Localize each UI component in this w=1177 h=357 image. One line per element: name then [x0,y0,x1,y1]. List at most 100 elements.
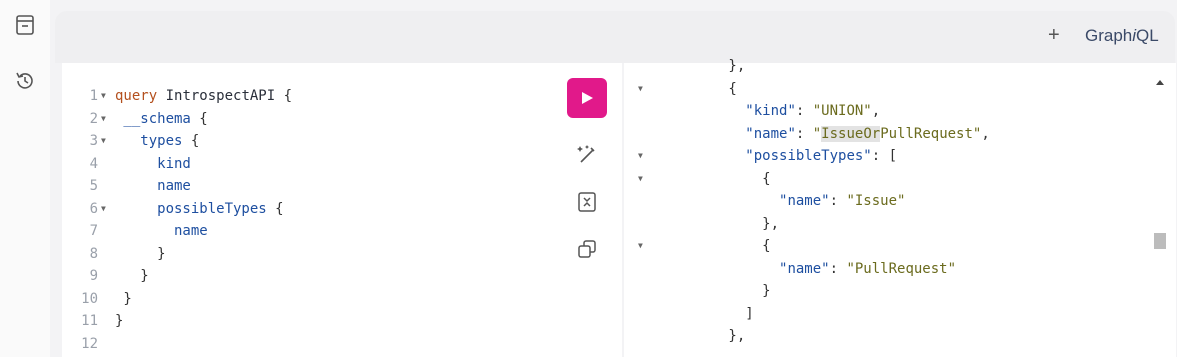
code-token: __schema [115,110,200,127]
line-number: 9 [89,268,98,284]
result-text: "name": "IssueOrPullRequest", [661,123,990,145]
code-token: possibleTypes [115,200,276,217]
result-text: "name": "PullRequest" [661,258,956,280]
code-token: } [115,313,124,329]
copy-query-button[interactable] [572,234,602,264]
fold-arrow-icon[interactable]: ▼ [638,168,643,190]
prettify-button[interactable] [572,139,602,169]
result-text: { [661,168,771,190]
result-line: }, [624,213,1144,235]
json-token: "kind" [745,103,796,119]
line-number: 11 [81,313,98,329]
docs-icon[interactable] [12,12,38,38]
results-viewer[interactable]: }, ▼ { "kind": "UNION", "name": "IssueOrP… [624,58,1176,357]
json-token: "name" [779,193,830,209]
line-number: 4 [89,155,98,172]
line-number: 8 [89,245,98,262]
code-token: kind [115,155,191,172]
result-line: "name": "IssueOrPullRequest", [624,123,1144,145]
result-text: }, [661,325,745,347]
line-number: 1 [89,88,98,104]
code-token: } [115,268,149,284]
line-number: 3 [89,133,98,149]
result-line: ▼ { [624,235,1144,257]
result-line: } [624,280,1144,302]
json-token: "Issue" [846,193,906,209]
query-editor[interactable]: 1 ▼ query IntrospectAPI {2 ▼ __schema {3 ▼ t… [62,63,622,357]
json-token: : [829,193,847,209]
line-number: 10 [81,290,98,307]
sidebar [0,0,50,357]
code-text: possibleTypes { [115,198,284,220]
results-scrollbar[interactable] [1153,75,1167,357]
scrollbar-thumb[interactable] [1154,233,1166,249]
result-line: ▼ { [624,78,1144,100]
add-tab-button[interactable]: + [1048,25,1060,45]
result-line: }, [624,325,1144,347]
fold-arrow-icon[interactable]: ▼ [638,78,643,100]
fold-arrow-icon[interactable]: ▼ [101,108,106,130]
line-number: 2 [89,110,98,127]
play-icon [582,92,593,104]
fold-arrow-icon[interactable]: ▼ [638,145,643,167]
result-line: "name": "Issue" [624,190,1144,212]
code-token: name [115,178,191,194]
json-token: "name" [779,260,830,277]
line-number: 5 [89,178,98,194]
json-token: : [795,103,813,119]
editor-line: 1 ▼ query IntrospectAPI { [62,85,542,107]
result-line: ▼ { [624,168,1144,190]
code-text: query IntrospectAPI { [115,85,292,107]
code-token: query [115,88,158,104]
fold-arrow-icon[interactable]: ▼ [101,130,106,152]
run-query-button[interactable] [567,78,607,118]
json-token: { [661,238,771,254]
code-token: { [190,133,200,149]
json-token: }, [661,215,780,232]
code-text: name [115,220,208,242]
merge-fragments-button[interactable] [572,187,602,217]
json-token: "PullRequest" [846,260,957,277]
json-token: { [661,170,771,187]
code-token: IntrospectAPI [157,88,284,104]
code-token: name [115,223,208,239]
history-icon[interactable] [12,68,38,94]
code-text: kind [115,153,191,175]
editor-line: 6 ▼ possibleTypes { [62,198,542,220]
fold-arrow-icon[interactable]: ▼ [638,235,643,257]
code-text: } [115,288,131,310]
fold-arrow-icon[interactable]: ▼ [101,85,106,107]
editor-line: 9 } [62,265,542,287]
editor-line: 2 ▼ __schema { [62,108,542,130]
graphiql-logo: GraphiQL [1085,26,1159,45]
json-token: "name" [745,125,796,142]
code-text: } [115,243,166,265]
result-text: }, [661,213,779,235]
code-token: { [275,200,284,217]
json-token: }, [661,328,746,344]
json-token: : [829,260,847,277]
result-line: ] [624,303,1144,325]
result-line: "name": "PullRequest" [624,258,1144,280]
code-text: __schema { [115,108,207,130]
merge-fragments-icon [578,192,596,212]
fold-arrow-icon[interactable]: ▼ [101,198,106,220]
result-text: "name": "Issue" [661,190,905,212]
line-number: 12 [81,335,98,352]
result-text: { [661,235,771,257]
result-line: }, [624,55,1144,77]
line-number: 7 [89,223,98,239]
json-token: , [981,125,990,142]
scroll-up-icon[interactable] [1153,76,1167,88]
result-text: }, [661,55,745,77]
code-token: } [115,245,166,262]
editor-line: 4 kind [62,153,542,175]
line-number: 6 [89,200,98,217]
json-token: IssueOr [821,125,881,142]
code-text: name [115,175,191,197]
json-token: }, [661,58,746,74]
json-token: } [661,283,771,299]
